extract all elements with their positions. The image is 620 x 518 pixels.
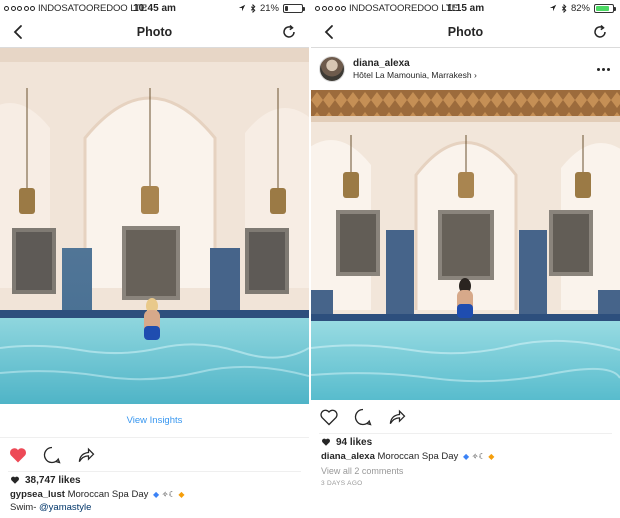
gps-arrow-icon: [549, 4, 557, 12]
status-bar: INDOSATOOREDOO LTE 10:45 am 21%: [0, 0, 309, 16]
back-chevron-icon[interactable]: [10, 24, 26, 40]
view-insights-label: View Insights: [126, 415, 183, 426]
post-photo[interactable]: [311, 90, 620, 400]
heart-icon[interactable]: [8, 445, 28, 465]
blue-diamond-emoji: ◆: [153, 490, 160, 499]
share-icon[interactable]: [387, 407, 407, 427]
nav-bar: Photo: [0, 16, 309, 48]
caption-line-2: Swim- @yamastyle: [0, 502, 309, 513]
orange-diamond-emoji: ◆: [178, 490, 185, 499]
chevron-right-icon: ›: [473, 69, 477, 80]
caption-username[interactable]: diana_alexa: [321, 451, 375, 462]
heart-icon[interactable]: [319, 407, 339, 427]
caption-mention[interactable]: @yamastyle: [39, 502, 91, 513]
page-title: Photo: [447, 24, 484, 39]
battery-icon: [594, 3, 616, 13]
comment-icon[interactable]: [42, 445, 62, 465]
heart-small-icon: [10, 476, 20, 484]
bluetooth-icon: [561, 3, 567, 13]
caption-text: Moroccan Spa Day: [377, 451, 459, 462]
right-phone-screen: INDOSATOOREDOO LTE 1:15 am 82% Photo dia…: [311, 0, 620, 518]
status-time: 10:45 am: [133, 2, 176, 14]
nav-bar: Photo: [311, 16, 620, 48]
likes-label: 38,747 likes: [25, 474, 81, 486]
spa-pool-image: [311, 90, 620, 400]
carrier-name: INDOSATOOREDOO: [38, 2, 128, 14]
caption-swim-text: Swim-: [10, 502, 40, 513]
post-header: diana_alexa Hôtel La Mamounia, Marrakesh…: [311, 48, 620, 90]
orange-diamond-emoji: ◆: [488, 452, 495, 461]
post-caption: diana_alexa Moroccan Spa Day ◆ ✧☾ ◆: [311, 450, 620, 464]
bluetooth-icon: [250, 3, 256, 13]
post-caption: gypsea_lust Moroccan Spa Day ◆ ✧☾ ◆: [0, 488, 309, 502]
refresh-icon[interactable]: [281, 24, 297, 40]
sparkles-emoji: ✧☾: [161, 490, 176, 499]
page-title: Photo: [136, 24, 173, 39]
battery-percent: 21%: [259, 2, 279, 14]
post-date: 3 DAYS AGO: [321, 480, 363, 487]
carrier-name: INDOSATOOREDOO: [349, 2, 439, 14]
caption-text: Moroccan Spa Day: [67, 489, 149, 500]
view-insights-link[interactable]: View Insights: [0, 404, 309, 438]
gps-arrow-icon: [238, 4, 246, 12]
post-actions: [311, 400, 620, 434]
spa-pool-image: [0, 48, 309, 404]
refresh-icon[interactable]: [592, 24, 608, 40]
post-actions: [0, 438, 309, 472]
view-comments-link[interactable]: View all 2 comments: [311, 464, 620, 478]
sparkles-emoji: ✧☾: [471, 452, 486, 461]
battery-icon: [283, 3, 305, 13]
status-bar: INDOSATOOREDOO LTE 1:15 am 82%: [311, 0, 620, 16]
status-time: 1:15 am: [446, 2, 485, 14]
post-username[interactable]: diana_alexa: [353, 58, 477, 70]
more-icon[interactable]: [597, 68, 610, 71]
battery-percent: 82%: [570, 2, 590, 14]
back-chevron-icon[interactable]: [321, 24, 337, 40]
likes-count[interactable]: 94 likes: [311, 434, 620, 450]
avatar[interactable]: [319, 56, 345, 82]
location-text: Hôtel La Mamounia, Marrakesh: [353, 69, 472, 80]
signal-dots: [315, 5, 346, 11]
likes-count[interactable]: 38,747 likes: [0, 472, 309, 488]
left-phone-screen: INDOSATOOREDOO LTE 10:45 am 21% Photo Vi…: [0, 0, 309, 518]
post-photo[interactable]: [0, 48, 309, 404]
share-icon[interactable]: [76, 445, 96, 465]
signal-dots: [4, 5, 35, 11]
post-location[interactable]: Hôtel La Mamounia, Marrakesh ›: [353, 70, 477, 81]
comment-icon[interactable]: [353, 407, 373, 427]
blue-diamond-emoji: ◆: [462, 452, 470, 461]
likes-label: 94 likes: [336, 436, 373, 448]
caption-username[interactable]: gypsea_lust: [10, 489, 65, 500]
heart-small-icon: [321, 438, 331, 446]
